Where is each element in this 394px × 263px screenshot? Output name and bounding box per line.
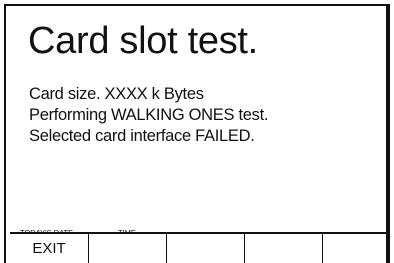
softkey-4[interactable] xyxy=(245,234,323,263)
softkey-bar: EXIT xyxy=(10,232,386,263)
screen-title: Card slot test. xyxy=(28,20,258,62)
exit-softkey[interactable]: EXIT xyxy=(10,234,89,263)
softkey-3[interactable] xyxy=(167,234,245,263)
test-result-line: Selected card interface FAILED. xyxy=(29,127,255,145)
display-screen: Card slot test. Card size. XXXX k Bytes … xyxy=(4,4,390,263)
softkey-2[interactable] xyxy=(89,234,167,263)
card-size-line: Card size. XXXX k Bytes xyxy=(29,85,204,103)
status-message: Card size. XXXX k Bytes Performing WALKI… xyxy=(29,84,268,147)
test-progress-line: Performing WALKING ONES test. xyxy=(29,106,269,124)
softkey-5[interactable] xyxy=(323,234,386,263)
